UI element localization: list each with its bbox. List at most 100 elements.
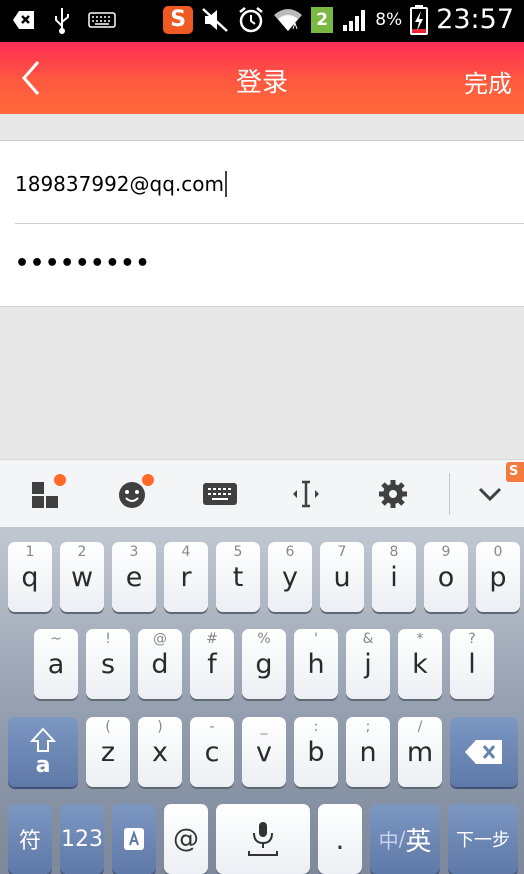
emoji-button[interactable] (111, 474, 155, 514)
symbols-key[interactable]: 符 (8, 804, 52, 874)
app-header: 登录 完成 (0, 42, 524, 114)
period-key[interactable]: . (318, 804, 362, 874)
key-label: l (468, 649, 476, 680)
cursor-button[interactable] (284, 474, 328, 514)
key-hint: 0 (493, 544, 503, 560)
key-label: u (333, 562, 351, 593)
sogou-icon: S (163, 5, 194, 34)
key-y[interactable]: 6y (268, 542, 312, 612)
key-label: w (70, 562, 94, 593)
keyboard-icon (203, 483, 237, 505)
password-field[interactable]: ••••••••• (15, 225, 524, 308)
status-bar: S 2 8% 23:57 (0, 0, 524, 42)
add-notification-icon (10, 7, 36, 33)
key-hint: % (257, 631, 271, 647)
key-v[interactable]: _ v (242, 717, 286, 787)
key-hint: 9 (441, 544, 451, 560)
key-h[interactable]: ' h (294, 629, 338, 699)
keyboard-toolbar: S (0, 459, 524, 527)
battery-percent: 8% (375, 9, 403, 30)
key-label: v (256, 737, 272, 768)
key-label: n (359, 737, 377, 768)
key-b[interactable]: :b (294, 717, 338, 787)
keyboard-layout-button[interactable] (198, 474, 242, 514)
text-cursor (224, 171, 227, 197)
key-u[interactable]: 7u (320, 542, 364, 612)
soft-keyboard: 1q2w3e4r5t6y7u8i9o0p ~ a! s @ d # f% g ' h & j * k? l … (0, 527, 524, 874)
key-hint: ? (468, 631, 476, 647)
shift-key[interactable]: a (8, 717, 78, 787)
key-label: a (47, 649, 65, 680)
key-l[interactable]: ? l (450, 629, 494, 699)
key-p[interactable]: 0p (476, 542, 520, 612)
ime-switch-icon (124, 828, 144, 850)
collapse-chevron-icon (478, 487, 502, 502)
login-form: 189837992@qq.com ••••••••• (0, 140, 524, 307)
key-hint: * (416, 631, 424, 647)
key-label: g (255, 649, 273, 680)
key-hint: & (362, 631, 374, 647)
key-label: k (412, 649, 428, 680)
key-label: e (125, 562, 143, 593)
usb-icon (52, 6, 72, 34)
apps-button[interactable] (24, 474, 68, 514)
key-hint: ~ (50, 631, 62, 647)
key-z[interactable]: (z (86, 717, 130, 787)
at-key[interactable]: @ (164, 804, 208, 874)
key-d[interactable]: @ d (138, 629, 182, 699)
key-hint: # (206, 631, 218, 647)
key-r[interactable]: 4r (164, 542, 208, 612)
ime-switch-key[interactable] (112, 804, 156, 874)
key-label: y (282, 562, 298, 593)
shift-key-label: a (35, 753, 51, 778)
battery-charging-icon (410, 4, 429, 35)
email-value: 189837992@qq.com (15, 172, 224, 196)
key-a[interactable]: ~ a (34, 629, 78, 699)
clock: 23:57 (436, 4, 514, 35)
key-n[interactable]: ; n (346, 717, 390, 787)
key-t[interactable]: 5t (216, 542, 260, 612)
mute-icon (201, 7, 229, 33)
key-hint: 7 (337, 544, 347, 560)
key-s[interactable]: ! s (86, 629, 130, 699)
key-hint: 1 (25, 544, 35, 560)
key-m[interactable]: / m (398, 717, 442, 787)
symbols-key-label: 符 (18, 829, 41, 854)
key-c[interactable]: -c (190, 717, 234, 787)
key-hint: : (313, 719, 319, 735)
page-title: 登录 (235, 68, 288, 98)
key-g[interactable]: % g (242, 629, 286, 699)
shift-arrow-icon (30, 727, 56, 752)
key-w[interactable]: 2w (60, 542, 104, 612)
key-hint: / (417, 719, 423, 735)
key-j[interactable]: & j (346, 629, 390, 699)
language-toggle-key[interactable]: 中 / 英 (370, 804, 440, 874)
email-field[interactable]: 189837992@qq.com (15, 141, 524, 224)
key-label: i (390, 562, 398, 593)
key-f[interactable]: # f (190, 629, 234, 699)
backspace-key[interactable] (450, 717, 518, 787)
key-hint: _ (260, 719, 268, 735)
signal-icon (341, 7, 367, 33)
numbers-key[interactable]: 123 (60, 804, 104, 874)
key-label: h (307, 649, 325, 680)
done-button[interactable]: 完成 (464, 64, 512, 99)
key-x[interactable]: ) x (138, 717, 182, 787)
voice-space-key[interactable] (216, 804, 310, 874)
key-hint: 6 (285, 544, 295, 560)
next-key[interactable]: 下一步 (448, 804, 518, 874)
key-e[interactable]: 3e (112, 542, 156, 612)
wifi-icon (273, 7, 303, 33)
key-k[interactable]: * k (398, 629, 442, 699)
key-q[interactable]: 1q (8, 542, 52, 612)
key-hint: 4 (181, 544, 191, 560)
lang-en-label: 英 (405, 826, 432, 857)
key-hint: 8 (389, 544, 399, 560)
password-input[interactable]: ••••••••• (15, 251, 151, 276)
sogou-peek-icon: S (506, 462, 524, 482)
key-i[interactable]: 8i (372, 542, 416, 612)
key-hint: 2 (77, 544, 87, 560)
key-o[interactable]: 9o (424, 542, 468, 612)
settings-button[interactable] (371, 474, 415, 514)
email-input[interactable]: 189837992@qq.com (15, 171, 227, 197)
